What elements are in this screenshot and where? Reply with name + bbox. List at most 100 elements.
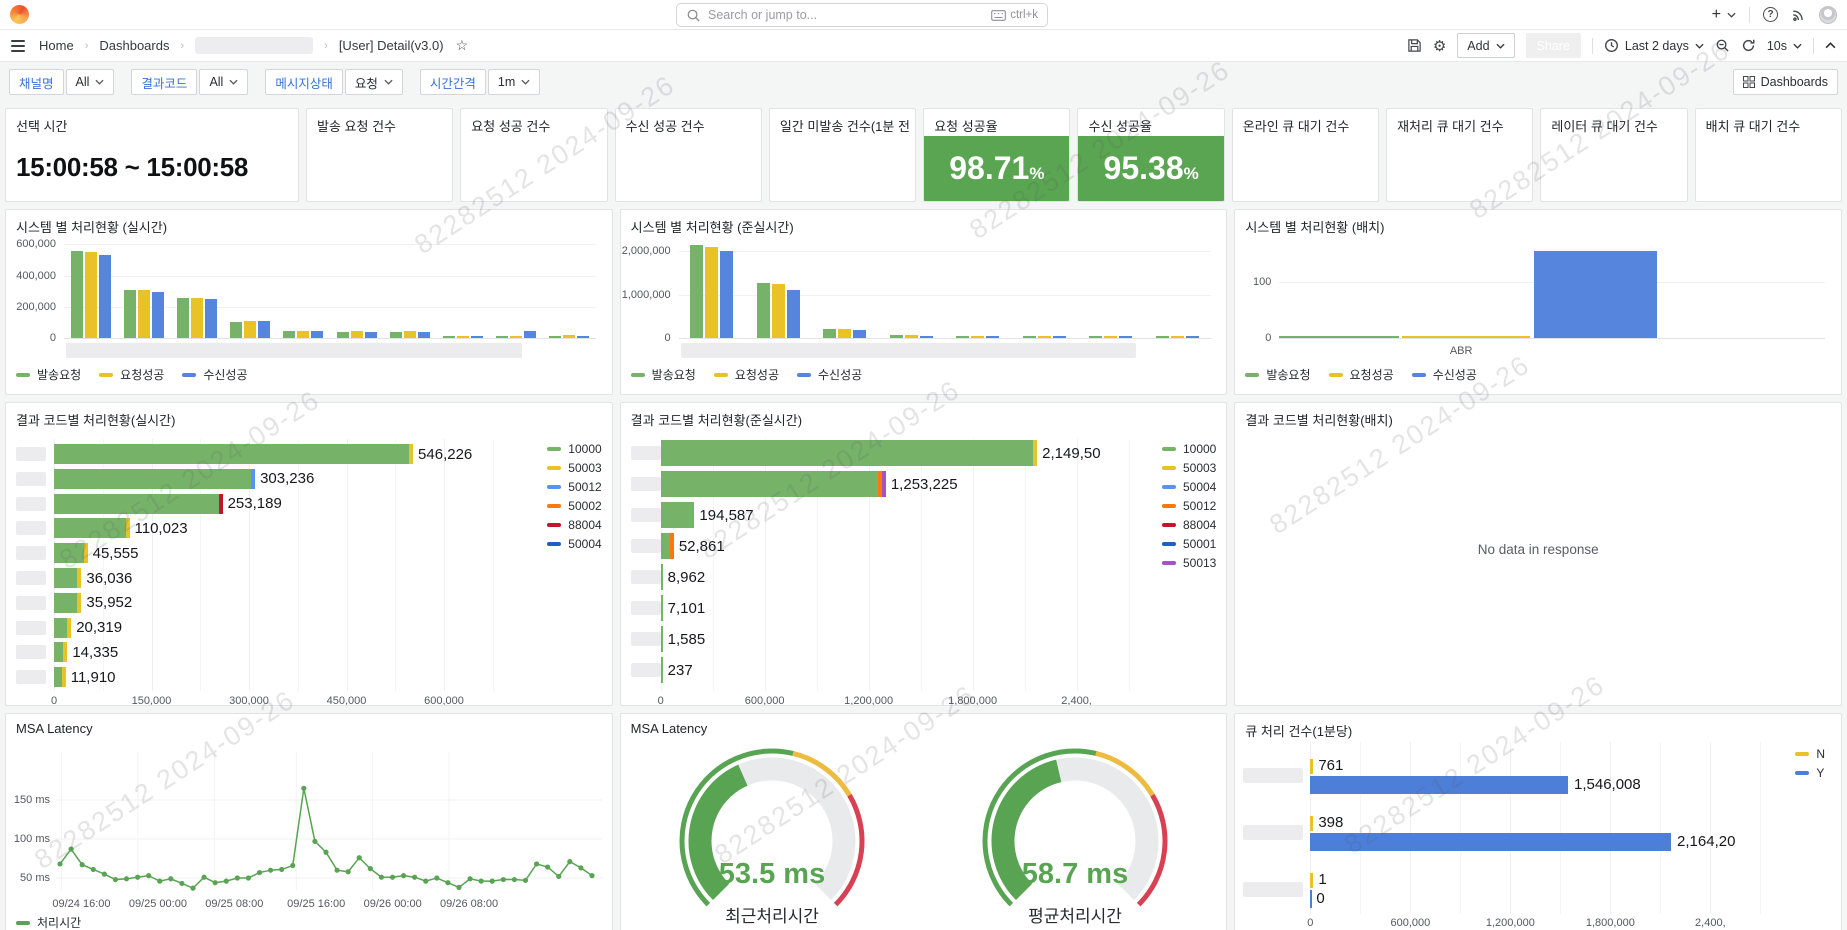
filter-value-interval[interactable]: 1m [488,69,540,95]
legend-item[interactable]: 발송요청 [16,366,81,383]
legend-label: 수신성공 [818,366,862,383]
data-point [390,875,395,880]
legend-swatch [547,504,561,508]
legend-swatch [1795,752,1809,756]
gridline [1129,439,1130,691]
legend-item[interactable]: 88004 [547,515,601,534]
stat-panel: 수신 성공율95.38% [1077,108,1224,202]
data-point [268,868,273,873]
chart-legend: 발송요청 요청성공 수신성공 [631,366,863,383]
bar [1119,336,1132,338]
legend-item[interactable]: 요청성공 [714,366,779,383]
bar-cap [219,494,223,514]
menu-toggle-icon[interactable] [11,40,25,52]
bar [244,321,256,338]
refresh-icon[interactable] [1741,38,1756,53]
legend-item[interactable]: 수신성공 [797,366,862,383]
data-point [379,875,384,880]
x-axis-label: 150,000 [132,695,172,706]
zoom-out-icon[interactable] [1715,38,1730,53]
add-button[interactable]: Add [1457,33,1514,58]
legend-item[interactable]: 50002 [547,496,601,515]
data-point [113,877,118,882]
legend-swatch [1162,485,1176,489]
gauge: 58.7 ms평균처리시간 [924,736,1227,930]
data-point [445,880,450,885]
gridline [395,439,396,691]
stat-title: 요청 성공율 [924,109,1069,135]
bar [661,657,663,683]
filter-label-channel[interactable]: 채널명 [9,69,64,95]
gridline [493,439,494,691]
legend-item[interactable]: N [1795,744,1825,763]
filter-value-msgstate[interactable]: 요청 [345,69,403,95]
refresh-interval-picker[interactable]: 10s [1767,39,1802,53]
legend-item[interactable]: 10000 [547,439,601,458]
legend-item[interactable]: 50012 [1162,496,1216,515]
legend-item[interactable]: 처리시간 [16,914,81,930]
data-point [578,865,583,870]
legend-item[interactable]: 수신성공 [1412,366,1477,383]
breadcrumb-dashboards[interactable]: Dashboards [99,38,169,53]
filter-label-interval[interactable]: 시간간격 [420,69,486,95]
bar-cap [63,642,67,662]
bar-value-label: 237 [668,662,693,679]
legend-swatch [1162,542,1176,546]
collapse-toolbar-icon[interactable] [1825,42,1836,49]
filter-label-msgstate[interactable]: 메시지상태 [265,69,343,95]
legend-item[interactable]: 50003 [547,458,601,477]
star-icon[interactable]: ☆ [456,37,469,54]
chevron-down-icon [521,79,530,85]
legend-item[interactable]: 50003 [1162,458,1216,477]
filter-value-resultcode[interactable]: All [199,69,248,95]
legend-item[interactable]: 50001 [1162,534,1216,553]
x-axis-label: 09/26 00:00 [364,898,422,910]
category-label-redacted [631,601,661,615]
legend-item[interactable]: 수신성공 [182,366,247,383]
legend-item[interactable]: 50004 [547,534,601,553]
legend-item[interactable]: 50013 [1162,553,1216,572]
filter-label-resultcode[interactable]: 결과코드 [131,69,197,95]
legend-swatch [797,373,811,377]
data-point [135,875,140,880]
chart-legend: NY [1795,744,1825,782]
legend-item[interactable]: 요청성공 [1329,366,1394,383]
legend-item[interactable]: 10000 [1162,439,1216,458]
bar [390,332,402,338]
filter-value-channel[interactable]: All [66,69,115,95]
panel-title: MSA Latency [621,714,1227,736]
bar-value-label: 2,149,50 [1042,445,1100,462]
legend-item[interactable]: 발송요청 [1245,366,1310,383]
bar-cap [126,518,130,538]
data-point [368,866,373,871]
legend-item[interactable]: 50012 [547,477,601,496]
new-menu-button[interactable]: + [1712,6,1736,24]
news-icon[interactable] [1791,7,1806,22]
grafana-logo-icon[interactable] [10,5,29,24]
divider [1592,38,1593,54]
save-icon[interactable] [1407,38,1422,53]
dashboards-button[interactable]: Dashboards [1733,69,1838,95]
time-range-picker[interactable]: Last 2 days [1604,38,1704,53]
legend-item[interactable]: 88004 [1162,515,1216,534]
legend-label: 50002 [568,499,601,513]
legend-item[interactable]: Y [1795,763,1825,782]
search-input[interactable]: Search or jump to... ctrl+k [676,3,1048,27]
bar [905,335,918,338]
breadcrumb-home[interactable]: Home [39,38,74,53]
legend-item[interactable]: 요청성공 [99,366,164,383]
gauge-chart: 53.5 ms최근처리시간 [637,736,907,930]
help-icon[interactable]: ? [1763,7,1778,22]
bar [311,331,323,338]
zero-line-series [1279,336,1399,338]
settings-gear-icon[interactable]: ⚙ [1433,37,1446,55]
avatar[interactable] [1819,6,1837,24]
legend-label: 수신성공 [1433,366,1477,383]
stat-title: 선택 시간 [6,109,298,135]
bar-value-label: 1,546,008 [1574,776,1641,793]
breadcrumb-redacted-folder[interactable] [195,37,313,54]
share-button[interactable]: Share [1526,33,1581,58]
legend-item[interactable]: 50004 [1162,477,1216,496]
y-axis-label: 150 ms [8,794,50,806]
legend-item[interactable]: 발송요청 [631,366,696,383]
